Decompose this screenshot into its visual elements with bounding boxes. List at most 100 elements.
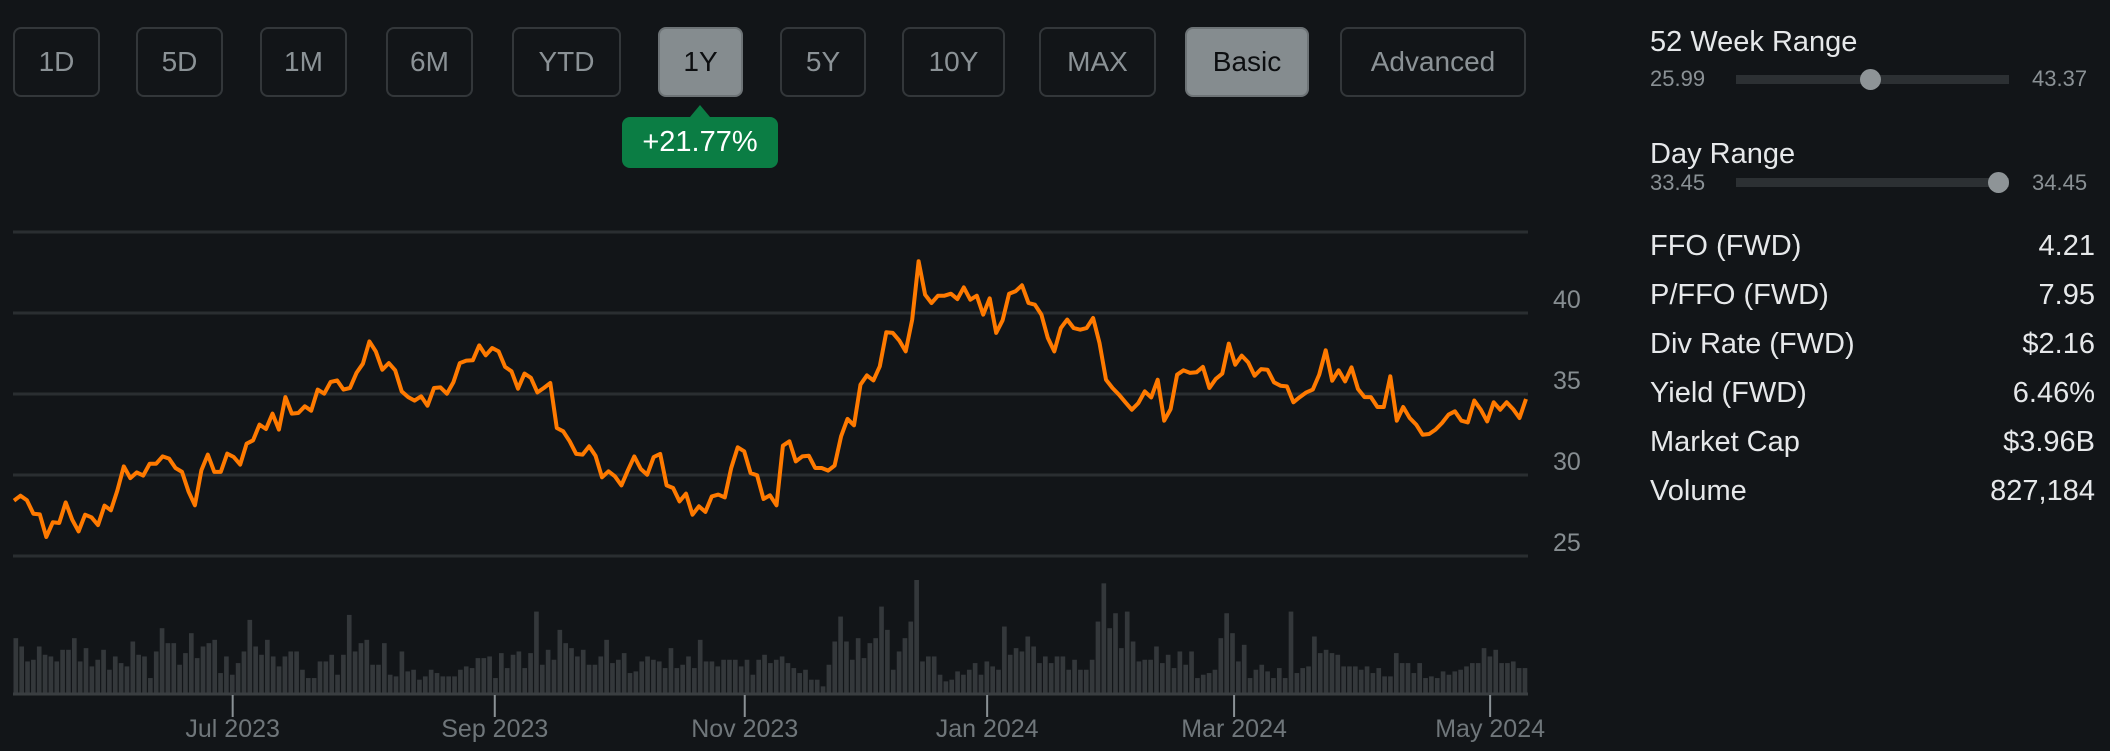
volume-bar	[229, 674, 235, 693]
volume-bar	[732, 659, 738, 693]
volume-bar	[247, 619, 253, 693]
volume-bar	[206, 643, 212, 693]
volume-bar	[662, 668, 668, 693]
volume-bar	[393, 676, 399, 693]
y-tick-label: 35	[1553, 367, 1581, 395]
volume-bar	[434, 673, 440, 693]
volume-bar	[1434, 678, 1440, 693]
volume-bar	[1259, 664, 1265, 693]
volume-bar	[908, 621, 914, 693]
y-tick-label: 40	[1553, 286, 1581, 314]
volume-bar	[1353, 666, 1358, 693]
volume-bar	[586, 664, 592, 693]
volume-bar	[1019, 651, 1025, 693]
volume-bar	[352, 651, 358, 693]
volume-bar	[1253, 669, 1259, 693]
volume-bar	[1452, 671, 1458, 693]
volume-bar	[469, 668, 475, 693]
stat-label: FFO (FWD)	[1650, 230, 1802, 262]
volume-bar	[1230, 633, 1235, 693]
volume-bar	[990, 666, 996, 693]
volume-bar	[311, 678, 317, 693]
stat-row: FFO (FWD) 4.21	[1650, 230, 2095, 263]
volume-bar	[639, 661, 645, 693]
volume-bar	[1417, 663, 1423, 693]
volume-bar	[218, 673, 223, 693]
stat-label: Yield (FWD)	[1650, 377, 1807, 409]
volume-bar	[738, 666, 744, 693]
price-line	[12, 259, 1528, 539]
volume-bar	[1358, 669, 1364, 693]
volume-bar	[1066, 669, 1072, 693]
volume-bar	[1271, 678, 1276, 693]
volume-bar	[1130, 641, 1136, 693]
volume-bar	[19, 646, 24, 693]
volume-bar	[1522, 668, 1528, 693]
volume-bar	[686, 656, 691, 693]
volume-bar	[487, 656, 492, 693]
volume-bar	[610, 663, 615, 693]
volume-bar	[896, 651, 902, 693]
volume-bar	[417, 679, 422, 693]
volume-bar	[136, 654, 141, 693]
week52-range-bar	[1736, 69, 2009, 90]
volume-bar	[153, 651, 159, 693]
volume-bar	[276, 666, 282, 693]
volume-bar	[165, 643, 171, 693]
volume-bar	[627, 673, 633, 693]
volume-bar	[1393, 653, 1399, 693]
volume-bar	[984, 661, 990, 693]
stat-label: P/FFO (FWD)	[1650, 279, 1829, 311]
volume-bar	[1037, 663, 1042, 693]
volume-bar	[335, 674, 340, 693]
volume-bar	[1464, 666, 1469, 693]
volume-bar	[1060, 656, 1066, 693]
volume-bar	[194, 658, 200, 693]
stat-row: Market Cap $3.96B	[1650, 426, 2095, 459]
volume-bar	[294, 651, 299, 693]
volume-bar	[920, 661, 925, 693]
volume-bar	[528, 653, 533, 693]
volume-bar	[1440, 671, 1446, 693]
price-chart: 40 35 30 25 Jul 2023 Sep 2023 Nov 2023 Jan 2024…	[12, 230, 1581, 743]
volume-bar	[1013, 648, 1019, 693]
volume-bar	[440, 676, 446, 693]
volume-bar	[645, 656, 650, 693]
volume-bar	[838, 616, 843, 693]
volume-bar	[25, 661, 30, 693]
volume-bar	[1177, 651, 1183, 693]
volume-bar	[235, 663, 241, 693]
volume-bar	[1276, 668, 1282, 693]
week52-title: 52 Week Range	[1650, 26, 1858, 58]
volume-bar	[200, 646, 206, 693]
volume-bar	[978, 674, 984, 693]
volume-bar	[224, 656, 229, 693]
volume-bar	[972, 663, 978, 693]
volume-bar	[510, 654, 516, 693]
volume-bar	[376, 664, 381, 693]
volume-bar	[428, 669, 434, 693]
volume-bar	[785, 663, 791, 693]
volume-bar	[756, 659, 762, 693]
volume-bar	[118, 663, 124, 693]
volume-bar	[1376, 668, 1382, 693]
volume-bar	[411, 669, 416, 693]
volume-bar	[855, 638, 861, 693]
volume-bar	[1347, 666, 1352, 693]
volume-bar	[1370, 673, 1376, 693]
volume-bar	[949, 679, 955, 693]
week52-high: 43.37	[2032, 66, 2088, 91]
volume-bar	[358, 643, 364, 693]
volume-bar	[130, 641, 136, 693]
volume-bar	[1411, 673, 1417, 693]
volume-bar	[1072, 659, 1077, 693]
volume-bar	[1142, 659, 1148, 693]
volume-bar	[124, 666, 130, 693]
volume-bar	[692, 668, 697, 693]
volume-bar	[697, 639, 703, 693]
volume-bar	[1083, 669, 1089, 693]
volume-bar	[762, 654, 767, 693]
volume-bar	[873, 638, 879, 693]
volume-bar	[112, 656, 118, 693]
volume-bar	[1288, 611, 1294, 693]
